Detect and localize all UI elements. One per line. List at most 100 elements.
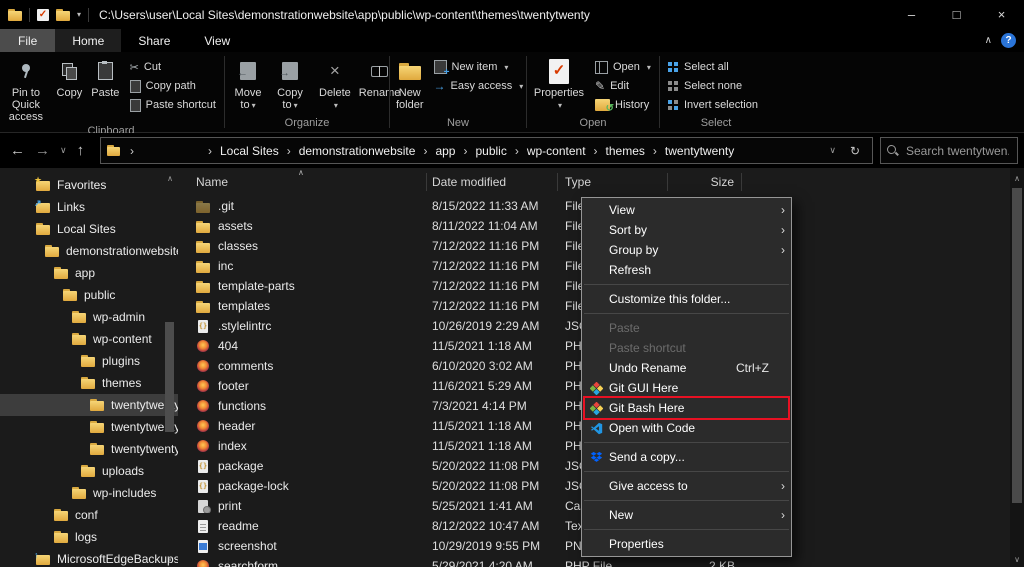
copy-button[interactable]: Copy xyxy=(52,55,87,101)
file-row[interactable]: searchform 5/29/2021 4:20 AM PHP File 2 … xyxy=(178,556,1008,567)
tree-item[interactable]: logs xyxy=(0,526,178,548)
paste-button[interactable]: Paste xyxy=(87,55,124,101)
tree-item[interactable]: Favorites xyxy=(0,174,178,196)
context-menu-item[interactable]: › xyxy=(582,496,791,505)
tree-item[interactable]: wp-includes xyxy=(0,482,178,504)
minimize-button[interactable]: – xyxy=(889,0,934,29)
move-to-button[interactable]: Move to xyxy=(227,55,269,114)
tab-view[interactable]: View xyxy=(187,29,247,52)
tree-item[interactable]: conf xyxy=(0,504,178,526)
refresh-icon[interactable]: ↻ xyxy=(850,144,860,158)
qat-new-folder-button[interactable] xyxy=(56,9,70,21)
new-item-button[interactable]: New item xyxy=(434,58,524,76)
tree-item[interactable]: wp-admin xyxy=(0,306,178,328)
breadcrumb-segment[interactable]: Local Sites xyxy=(200,138,279,163)
context-menu-item[interactable]: › xyxy=(582,467,791,476)
up-icon[interactable]: ↑ xyxy=(77,142,85,159)
history-button[interactable]: History xyxy=(595,96,651,114)
context-menu-item[interactable]: Git GUI Here › xyxy=(582,378,791,398)
new-folder-button[interactable]: New folder xyxy=(392,55,428,113)
tree-item[interactable]: Links xyxy=(0,196,178,218)
minimize-ribbon-icon[interactable]: ∧ xyxy=(985,35,992,46)
breadcrumb-segment[interactable]: app xyxy=(415,138,455,163)
context-menu-item[interactable]: Paste shortcut › xyxy=(582,338,791,358)
context-menu-item[interactable]: Sort by › xyxy=(582,220,791,240)
qat-customize-dropdown[interactable]: ▾ xyxy=(77,10,81,19)
breadcrumb-segment[interactable]: twentytwenty xyxy=(645,138,734,163)
scroll-up-icon[interactable]: ∧ xyxy=(164,174,176,183)
recent-locations-dropdown-icon[interactable]: ∨ xyxy=(60,145,67,156)
tree-item[interactable]: twentytwenty xyxy=(0,438,178,460)
tree-scrollbar-thumb[interactable] xyxy=(165,322,174,432)
search-box[interactable] xyxy=(880,137,1018,164)
context-menu-item[interactable]: Give access to › xyxy=(582,476,791,496)
context-menu-item[interactable]: Undo Rename Ctrl+Z › xyxy=(582,358,791,378)
cut-button[interactable]: ✂Cut xyxy=(130,58,216,76)
invert-selection-button[interactable]: Invert selection xyxy=(668,96,758,114)
qat-properties-button[interactable]: ✓ xyxy=(37,9,49,21)
back-icon[interactable]: ← xyxy=(10,142,25,159)
maximize-button[interactable]: □ xyxy=(934,0,979,29)
column-header-date-modified[interactable]: Date modified xyxy=(427,173,558,191)
context-menu-item[interactable]: Paste › xyxy=(582,318,791,338)
copy-path-button[interactable]: Copy path xyxy=(130,77,216,95)
help-icon[interactable]: ? xyxy=(1001,33,1016,48)
tab-home[interactable]: Home xyxy=(55,29,121,52)
tree-item[interactable]: themes xyxy=(0,372,178,394)
breadcrumb-segment[interactable]: wp-content xyxy=(507,138,586,163)
tree-item[interactable]: public xyxy=(0,284,178,306)
file-list-scrollbar-thumb[interactable] xyxy=(1012,188,1022,503)
tree-item[interactable]: demonstrationwebsite xyxy=(0,240,178,262)
context-menu-item[interactable]: › xyxy=(582,280,791,289)
easy-access-button[interactable]: →Easy access xyxy=(434,77,524,95)
open-button[interactable]: Open xyxy=(595,58,651,76)
scroll-up-icon[interactable]: ∧ xyxy=(1010,174,1024,183)
tab-share[interactable]: Share xyxy=(121,29,187,52)
tree-item[interactable]: twentytwenty xyxy=(0,416,178,438)
breadcrumb-segment[interactable]: public xyxy=(455,138,506,163)
breadcrumb-segment[interactable] xyxy=(122,138,200,163)
column-header-size[interactable]: Size xyxy=(668,173,742,191)
paste-shortcut-button[interactable]: Paste shortcut xyxy=(130,96,216,114)
forward-icon[interactable]: → xyxy=(35,142,50,159)
context-menu-item[interactable]: › xyxy=(582,525,791,534)
tree-item[interactable]: twentytwenty xyxy=(0,394,178,416)
properties-button[interactable]: ✓ Properties xyxy=(529,55,589,114)
address-dropdown-icon[interactable]: ∨ xyxy=(829,145,836,156)
column-header-name[interactable]: Name xyxy=(178,173,427,191)
context-menu-item[interactable]: Properties › xyxy=(582,534,791,554)
close-button[interactable]: × xyxy=(979,0,1024,29)
search-input[interactable] xyxy=(904,143,1011,159)
scroll-down-icon[interactable]: ∨ xyxy=(164,554,176,563)
context-menu-item[interactable]: Customize this folder... › xyxy=(582,289,791,309)
tree-item[interactable]: app xyxy=(0,262,178,284)
tree-item[interactable]: uploads xyxy=(0,460,178,482)
select-all-button[interactable]: Select all xyxy=(668,58,758,76)
delete-button[interactable]: × Delete xyxy=(315,55,355,114)
context-menu-item[interactable]: › xyxy=(582,438,791,447)
copy-to-button[interactable]: Copy to xyxy=(269,55,311,114)
context-menu-item[interactable]: Git Bash Here › xyxy=(582,398,791,418)
file-list-scrollbar[interactable]: ∧ ∨ xyxy=(1010,168,1024,567)
breadcrumb-segment[interactable]: themes xyxy=(586,138,645,163)
select-none-button[interactable]: Select none xyxy=(668,77,758,95)
context-menu-item[interactable]: New › xyxy=(582,505,791,525)
breadcrumb-segment[interactable]: demonstrationwebsite xyxy=(279,138,416,163)
tree-item[interactable]: wp-content xyxy=(0,328,178,350)
context-menu-item[interactable]: › xyxy=(582,309,791,318)
scroll-down-icon[interactable]: ∨ xyxy=(1010,555,1024,564)
column-header-type[interactable]: Type xyxy=(558,173,668,191)
tree-item[interactable]: Local Sites xyxy=(0,218,178,240)
tree-scrollbar[interactable]: ∧ ∨ xyxy=(164,168,176,567)
context-menu-item[interactable]: Open with Code › xyxy=(582,418,791,438)
breadcrumb[interactable]: Local Sitesdemonstrationwebsiteapppublic… xyxy=(100,137,873,164)
pin-to-quick-access-button[interactable]: Pin to Quick access xyxy=(0,55,52,125)
context-menu-item[interactable]: Group by › xyxy=(582,240,791,260)
context-menu-item[interactable]: Send a copy... › xyxy=(582,447,791,467)
context-menu-item[interactable]: View › xyxy=(582,200,791,220)
tab-file[interactable]: File xyxy=(0,29,55,52)
tree-item[interactable]: plugins xyxy=(0,350,178,372)
tree-item[interactable]: MicrosoftEdgeBackups xyxy=(0,548,178,567)
edit-button[interactable]: ✎Edit xyxy=(595,77,651,95)
context-menu-item[interactable]: Refresh › xyxy=(582,260,791,280)
